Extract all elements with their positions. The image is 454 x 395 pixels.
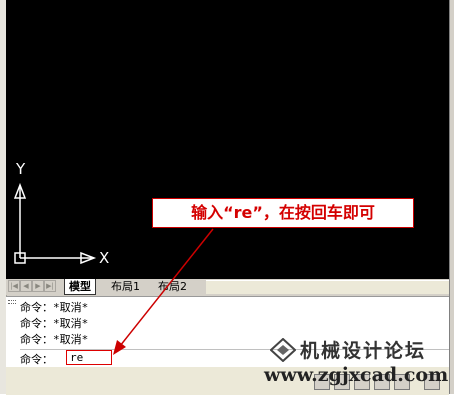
command-window-grip[interactable] [8, 300, 16, 304]
next-tab-icon[interactable]: ▶ [32, 280, 44, 292]
tab-bar-fill [206, 280, 449, 294]
prev-tab-icon[interactable]: ◀ [20, 280, 32, 292]
watermark-name: 机械设计论坛 [300, 340, 427, 362]
ucs-y-label: Y [16, 160, 26, 178]
site-watermark: 机械设计论坛 www.zgjxcad.com [264, 336, 450, 390]
tab-layout2[interactable]: 布局2 [154, 279, 191, 294]
watermark-url: www.zgjxcad.com [264, 364, 449, 386]
layout-tabs-bar: |◀ ◀ ▶ ▶| 模型 布局1 布局2 [6, 279, 449, 295]
right-scroll-strip[interactable] [449, 0, 454, 394]
tab-nav-buttons: |◀ ◀ ▶ ▶| [8, 280, 56, 293]
last-tab-icon[interactable]: ▶| [44, 280, 56, 292]
ucs-icon [13, 182, 97, 265]
autocad-window: Y X |◀ ◀ ▶ ▶| 模型 布局1 布局2 命令：*取消* 命令：*取消*… [0, 0, 454, 395]
site-logo-icon [270, 338, 296, 362]
tab-layout1[interactable]: 布局1 [107, 279, 144, 294]
drawing-area[interactable]: Y X [6, 0, 449, 279]
instruction-callout: 输入“re”，在按回车即可 [152, 198, 414, 228]
first-tab-icon[interactable]: |◀ [8, 280, 20, 292]
command-history-line: 命令：*取消* [20, 333, 89, 346]
ucs-x-label: X [99, 249, 110, 267]
command-prompt-label: 命令： [20, 353, 53, 366]
tab-model[interactable]: 模型 [64, 279, 96, 295]
input-highlight-box [66, 350, 112, 365]
command-history-line: 命令：*取消* [20, 301, 89, 314]
command-history-line: 命令：*取消* [20, 317, 89, 330]
